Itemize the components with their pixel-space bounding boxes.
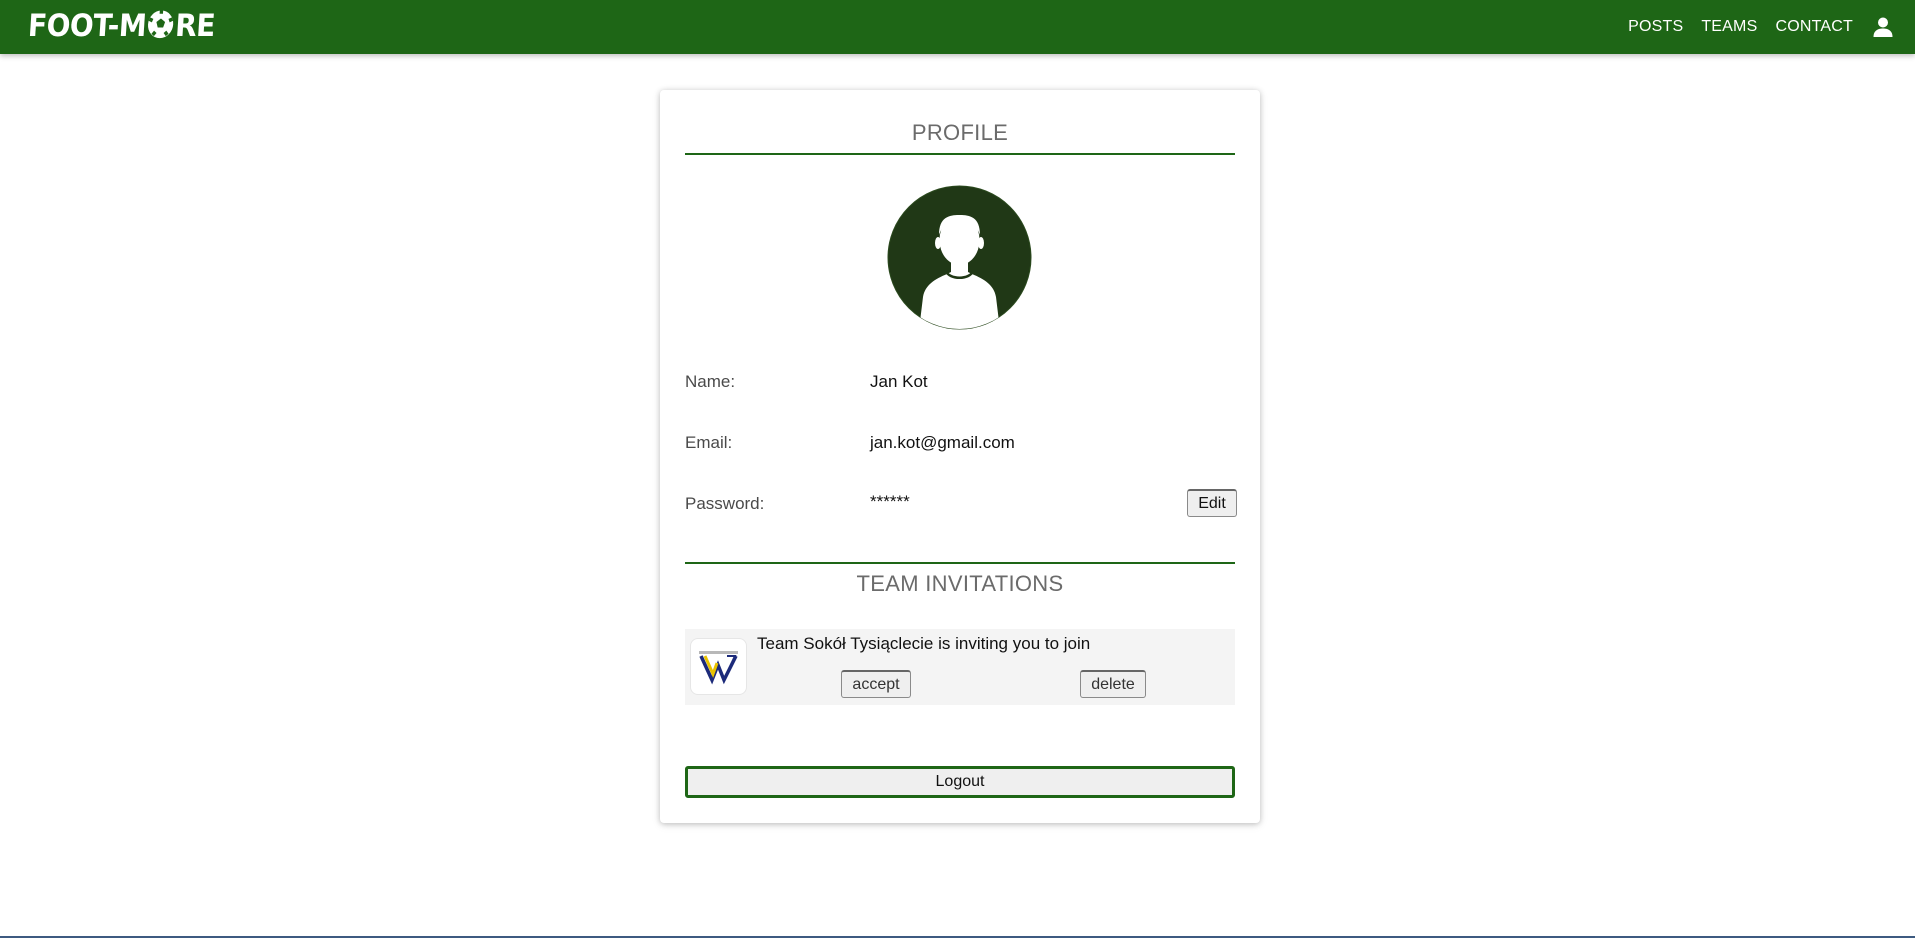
profile-title: PROFILE — [911, 120, 1009, 145]
password-label: Password: — [685, 494, 765, 513]
user-icon[interactable] — [1871, 15, 1895, 39]
password-value: ****** — [870, 492, 910, 511]
delete-invitation-button[interactable]: delete — [1080, 670, 1146, 698]
invitation-text: Team Sokół Tysiąclecie is inviting you t… — [757, 634, 1091, 653]
team-logo-icon — [690, 638, 747, 695]
nav-link-contact[interactable]: CONTACT — [1775, 18, 1853, 36]
nav-links: POSTS TEAMS CONTACT — [1610, 0, 1895, 54]
edit-password-button[interactable]: Edit — [1187, 489, 1237, 517]
top-navbar: FOOT-M RE POSTS TEAMS CONTACT — [0, 0, 1915, 54]
profile-card: PROFILE Name: Jan Kot Email: jan.kot@gma… — [660, 90, 1260, 823]
invitations-title: TEAM INVITATIONS — [856, 571, 1064, 596]
nav-link-posts[interactable]: POSTS — [1628, 18, 1683, 36]
email-label: Email: — [685, 433, 733, 452]
logout-button[interactable]: Logout — [685, 766, 1235, 798]
nav-link-teams[interactable]: TEAMS — [1701, 18, 1757, 36]
profile-title-divider — [685, 153, 1235, 155]
logo-text-suffix: RE — [174, 7, 217, 44]
soccer-ball-icon — [147, 9, 175, 40]
invitations-divider — [685, 562, 1235, 564]
user-avatar-icon — [887, 185, 1032, 330]
team-invitation: Team Sokół Tysiąclecie is inviting you t… — [685, 629, 1235, 705]
name-label: Name: — [685, 372, 736, 391]
name-value: Jan Kot — [870, 372, 928, 391]
site-logo[interactable]: FOOT-M RE — [27, 4, 217, 48]
logo-text-prefix: FOOT-M — [26, 7, 148, 44]
accept-invitation-button[interactable]: accept — [841, 670, 911, 698]
email-value: jan.kot@gmail.com — [870, 433, 1015, 452]
